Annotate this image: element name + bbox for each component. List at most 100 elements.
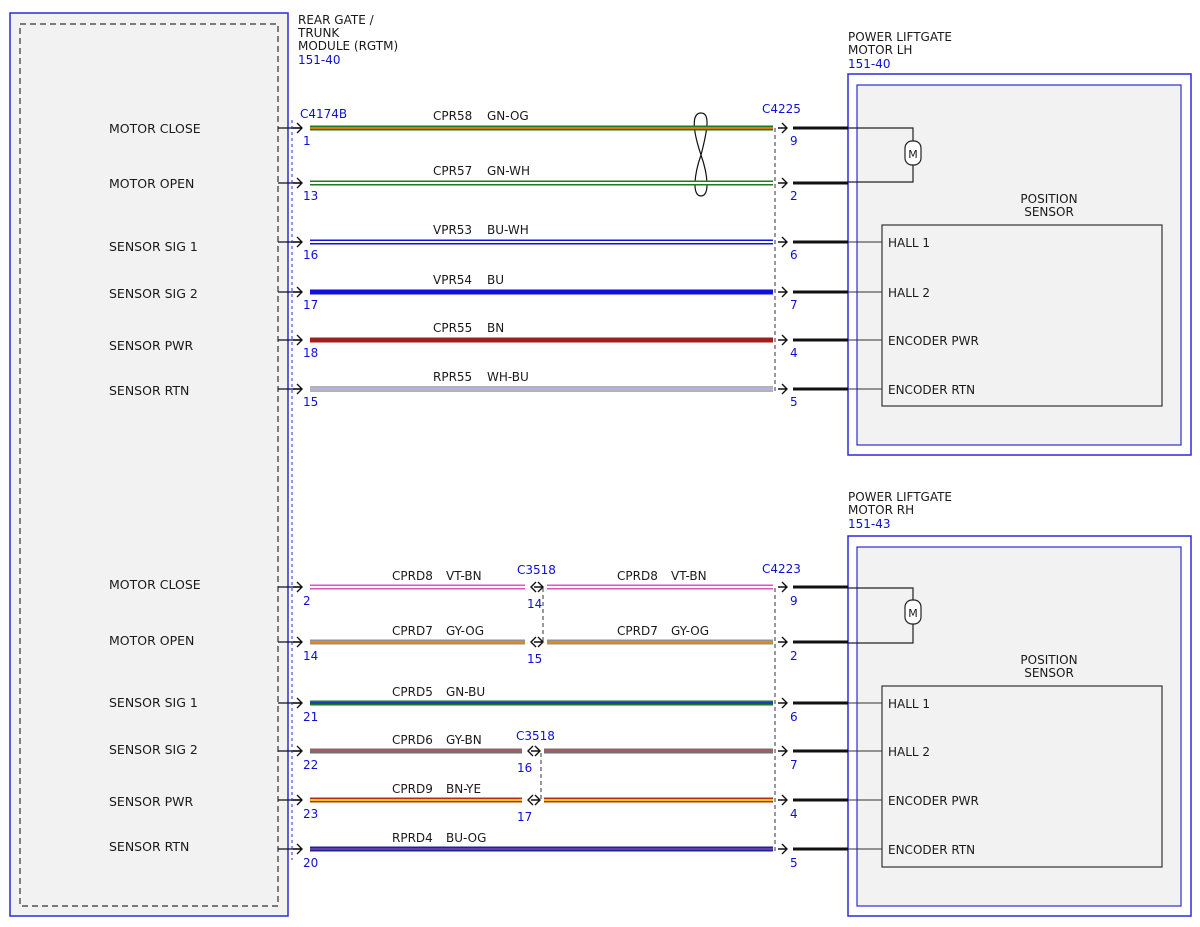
circuit-id: CPRD8: [392, 569, 433, 583]
inline-pin-number: 15: [527, 652, 542, 666]
function-label: MOTOR OPEN: [109, 176, 194, 191]
motor-pin-number: 6: [790, 710, 798, 724]
motor-pin-number: 4: [790, 346, 798, 360]
module-pin-number: 15: [303, 395, 318, 409]
inline-pin-number: 16: [517, 761, 532, 775]
motor-pin-arrow: [778, 334, 788, 346]
sensor-rh-title-line-1: POSITION: [1020, 653, 1077, 667]
module-pin-arrow: [293, 383, 303, 395]
module-pin-number: 13: [303, 189, 318, 203]
wire-color-code: GN-WH: [487, 164, 530, 178]
function-label: MOTOR CLOSE: [109, 577, 201, 592]
function-label: SENSOR RTN: [109, 383, 189, 398]
function-label: SENSOR SIG 2: [109, 742, 198, 757]
wire-color-code: GN-OG: [487, 109, 529, 123]
function-label: SENSOR PWR: [109, 794, 194, 809]
module-title-line-1: REAR GATE /: [298, 13, 375, 27]
module-pin-number: 2: [303, 594, 311, 608]
circuit-id: VPR54: [433, 273, 472, 287]
module-pin-arrow: [293, 177, 303, 189]
wire-color-code: BU-WH: [487, 223, 529, 237]
module-pin-arrow: [293, 334, 303, 346]
sensor-terminal-label: ENCODER RTN: [888, 383, 975, 397]
module-pin-arrow: [293, 843, 303, 855]
module-pin-number: 23: [303, 807, 318, 821]
circuit-id: RPR55: [433, 370, 472, 384]
function-label: SENSOR SIG 1: [109, 695, 198, 710]
motor-lh-title-line-2: MOTOR LH: [848, 43, 912, 57]
motor-rh-component: [847, 535, 1192, 917]
motor-pin-arrow: [778, 122, 788, 134]
motor-pin-number: 2: [790, 189, 798, 203]
function-label: SENSOR SIG 2: [109, 286, 198, 301]
sensor-lh-title-line-1: POSITION: [1020, 192, 1077, 206]
function-label: MOTOR OPEN: [109, 633, 194, 648]
wire-color-code: BN-YE: [446, 782, 481, 796]
right-circuit-id: CPRD7: [617, 624, 658, 638]
motor-rh-title-line-1: POWER LIFTGATE: [848, 490, 952, 504]
motor-pin-number: 5: [790, 856, 798, 870]
sensor-lh-title-line-2: SENSOR: [1024, 205, 1074, 219]
module-pin-arrow: [293, 745, 303, 757]
circuit-id: CPRD6: [392, 733, 433, 747]
right-wire-color-code: VT-BN: [671, 569, 707, 583]
module-pin-number: 17: [303, 298, 318, 312]
motor-pin-arrow: [778, 286, 788, 298]
circuit-id: CPRD5: [392, 685, 433, 699]
motor-pin-arrow: [778, 636, 788, 648]
wire-color-code: GN-BU: [446, 685, 485, 699]
circuit-id: CPR57: [433, 164, 472, 178]
right-circuit-id: CPRD8: [617, 569, 658, 583]
module-title-line-2: TRUNK: [297, 26, 340, 40]
motor-pin-arrow: [778, 177, 788, 189]
module-pin-number: 1: [303, 134, 311, 148]
module-pin-number: 16: [303, 248, 318, 262]
sensor-terminal-label: ENCODER RTN: [888, 843, 975, 857]
module-pin-number: 14: [303, 649, 318, 663]
sensor-terminal-label: ENCODER PWR: [888, 334, 979, 348]
module-title-line-3: MODULE (RGTM): [298, 39, 398, 53]
module-pin-number: 18: [303, 346, 318, 360]
inline-pin-number: 17: [517, 810, 532, 824]
motor-pin-number: 9: [790, 134, 798, 148]
sensor-terminal-label: HALL 2: [888, 286, 930, 300]
circuit-id: CPR55: [433, 321, 472, 335]
motor-rh-m-label: M: [908, 607, 918, 620]
motor-pin-number: 7: [790, 758, 798, 772]
sensor-terminal-label: HALL 1: [888, 236, 930, 250]
connector-c4174b: C4174B: [300, 107, 347, 121]
motor-pin-number: 9: [790, 594, 798, 608]
motor-rh-ref: 151-43: [848, 517, 891, 531]
motor-pin-number: 4: [790, 807, 798, 821]
motor-lh-m-label: M: [908, 148, 918, 161]
motor-pin-number: 5: [790, 395, 798, 409]
motor-pin-number: 7: [790, 298, 798, 312]
wire-color-code: GY-BN: [446, 733, 482, 747]
connector-c3518-top: C3518: [517, 563, 556, 577]
function-label: SENSOR RTN: [109, 839, 189, 854]
wiring-diagram: REAR GATE / TRUNK MODULE (RGTM) 151-40 P…: [9, 12, 1192, 917]
module-pin-arrow: [293, 236, 303, 248]
sensor-terminal-label: ENCODER PWR: [888, 794, 979, 808]
motor-pin-arrow: [778, 383, 788, 395]
motor-lh-title-line-1: POWER LIFTGATE: [848, 30, 952, 44]
function-label: MOTOR CLOSE: [109, 121, 201, 136]
wire-color-code: BU-OG: [446, 831, 486, 845]
motor-pin-arrow: [778, 843, 788, 855]
circuit-id: RPRD4: [392, 831, 433, 845]
circuit-id: VPR53: [433, 223, 472, 237]
motor-pin-arrow: [778, 581, 788, 593]
module-ref: 151-40: [298, 53, 341, 67]
motor-pin-arrow: [778, 236, 788, 248]
sensor-rh-title-line-2: SENSOR: [1024, 666, 1074, 680]
circuit-id: CPRD9: [392, 782, 433, 796]
wire-color-code: BU: [487, 273, 504, 287]
module-pin-number: 20: [303, 856, 318, 870]
module-pin-arrow: [293, 794, 303, 806]
motor-pin-arrow: [778, 745, 788, 757]
motor-pin-arrow: [778, 697, 788, 709]
connector-c4225: C4225: [762, 102, 801, 116]
function-label: SENSOR SIG 1: [109, 239, 198, 254]
wire-color-code: BN: [487, 321, 504, 335]
wire-color-code: GY-OG: [446, 624, 484, 638]
